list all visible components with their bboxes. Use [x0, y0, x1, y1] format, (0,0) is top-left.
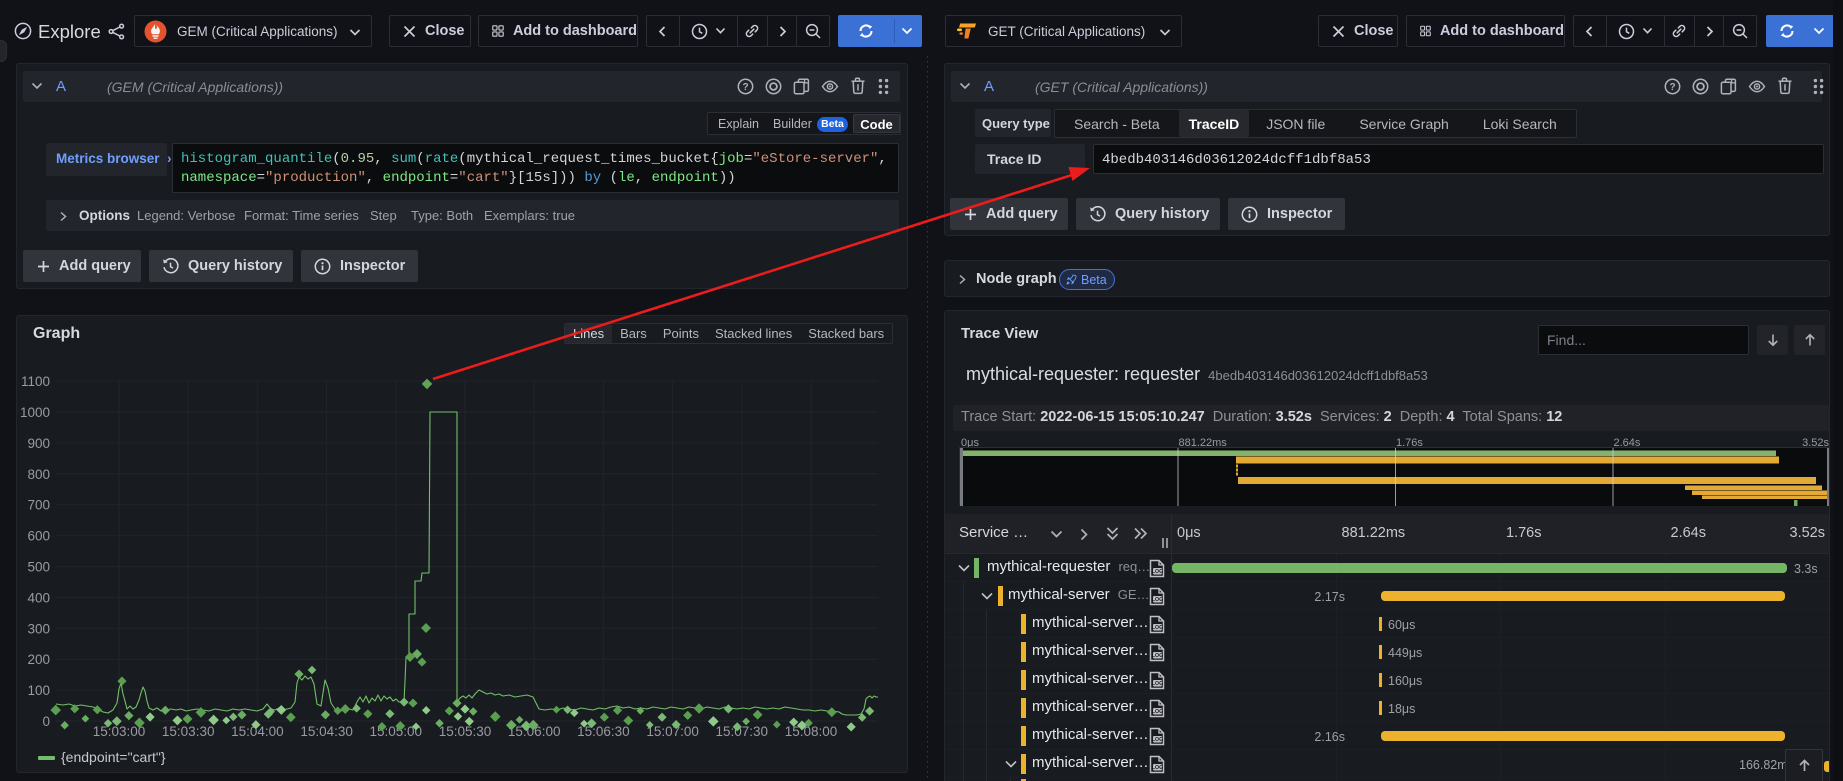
- svg-text:LOG: LOG: [1152, 737, 1163, 743]
- svg-text:800: 800: [27, 467, 50, 482]
- svg-text:LOG: LOG: [1152, 625, 1163, 631]
- svg-text:900: 900: [27, 436, 50, 451]
- svg-text:15:07:00: 15:07:00: [646, 724, 699, 739]
- svg-text:?: ?: [742, 82, 748, 93]
- svg-text:1100: 1100: [21, 374, 50, 389]
- svg-text:15:08:00: 15:08:00: [785, 724, 838, 739]
- svg-text:500: 500: [27, 560, 50, 575]
- svg-text:15:07:30: 15:07:30: [716, 724, 769, 739]
- svg-text:0: 0: [42, 714, 50, 729]
- svg-text:LOG: LOG: [1152, 709, 1163, 715]
- svg-text:LOG: LOG: [1152, 597, 1163, 603]
- svg-text:15:03:30: 15:03:30: [162, 724, 215, 739]
- svg-text:200: 200: [27, 652, 50, 667]
- svg-text:15:05:30: 15:05:30: [439, 724, 492, 739]
- svg-text:?: ?: [1669, 82, 1675, 93]
- svg-text:LOG: LOG: [1152, 653, 1163, 659]
- svg-text:LOG: LOG: [1152, 681, 1163, 687]
- svg-text:LOG: LOG: [1152, 765, 1163, 771]
- svg-text:100: 100: [27, 683, 50, 698]
- svg-text:600: 600: [27, 529, 50, 544]
- svg-text:15:03:00: 15:03:00: [93, 724, 146, 739]
- svg-text:1000: 1000: [20, 405, 50, 420]
- svg-text:LOG: LOG: [1152, 569, 1163, 575]
- svg-text:300: 300: [27, 621, 50, 636]
- svg-text:700: 700: [27, 498, 50, 513]
- svg-text:15:04:30: 15:04:30: [300, 724, 353, 739]
- svg-text:400: 400: [27, 590, 50, 605]
